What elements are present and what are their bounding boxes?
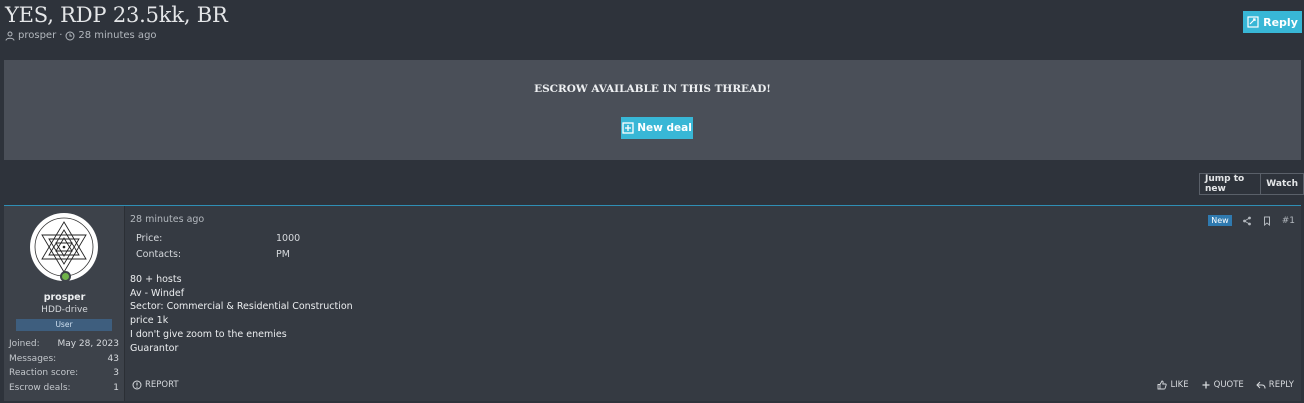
jump-to-new-button[interactable]: Jump to new — [1200, 174, 1260, 194]
reply-button[interactable]: Reply — [1243, 11, 1302, 33]
plus-square-icon — [622, 122, 634, 134]
thread-meta: prosper · 28 minutes ago — [5, 30, 157, 41]
online-indicator — [60, 271, 71, 282]
like-icon — [1157, 380, 1168, 390]
thread-title: YES, RDP 23.5kk, BR — [5, 3, 228, 27]
like-label: LIKE — [1170, 380, 1189, 390]
thread-button-group: Jump to new Watch — [1199, 173, 1304, 195]
report-icon — [132, 380, 142, 390]
reply-icon — [1247, 16, 1259, 28]
stat-escrow-deals: Escrow deals: 1 — [9, 383, 119, 398]
body-line: 80 + hosts — [130, 274, 182, 285]
stat-value: May 28, 2023 — [57, 339, 119, 349]
user-banner: User — [16, 319, 112, 331]
report-link[interactable]: REPORT — [132, 380, 179, 390]
escrow-panel: ESCROW AVAILABLE IN THIS THREAD! New dea… — [4, 60, 1301, 160]
new-badge: New — [1208, 215, 1232, 226]
quote-icon — [1202, 381, 1210, 389]
reply-post-button[interactable]: REPLY — [1256, 380, 1294, 390]
body-line: price 1k — [130, 315, 169, 327]
body-line: Guarantor — [130, 342, 179, 354]
stat-reaction-score: Reaction score: 3 — [9, 368, 119, 383]
meta-separator: · — [59, 30, 63, 41]
escrow-title: ESCROW AVAILABLE IN THIS THREAD! — [534, 83, 771, 95]
stat-value: 3 — [113, 368, 119, 378]
post-user-column: prosper HDD-drive User Joined: May 28, 20… — [4, 206, 125, 401]
post-actions: LIKE QUOTE REPLY — [1157, 380, 1294, 390]
stat-label: Messages: — [9, 353, 57, 364]
user-title: HDD-drive — [41, 305, 88, 315]
report-label: REPORT — [145, 380, 179, 390]
field-label: Contacts: — [136, 248, 182, 260]
field-value: PM — [276, 248, 290, 260]
stat-label: Joined: — [9, 339, 40, 349]
quote-button[interactable]: QUOTE — [1201, 380, 1244, 390]
user-stats: Joined: May 28, 2023 Messages: 43 Reaction… — [9, 339, 119, 397]
clock-icon — [65, 31, 75, 40]
custom-fields: Price: 1000 Contacts: PM — [136, 233, 300, 264]
thread-time[interactable]: 28 minutes ago — [78, 30, 156, 41]
reply-arrow-icon — [1256, 381, 1266, 389]
like-button[interactable]: LIKE — [1157, 380, 1189, 390]
username[interactable]: prosper — [4, 292, 125, 303]
post-number[interactable]: #1 — [1282, 216, 1295, 226]
field-value: 1000 — [276, 233, 301, 244]
bookmark-icon[interactable] — [1262, 216, 1272, 226]
share-icon[interactable] — [1242, 216, 1252, 226]
user-icon — [5, 31, 15, 41]
stat-value: 43 — [107, 353, 119, 364]
post-time[interactable]: 28 minutes ago — [130, 214, 204, 225]
field-price: Price: 1000 — [136, 233, 300, 249]
stat-label: Escrow deals: — [9, 382, 71, 393]
stat-value: 1 — [113, 382, 119, 393]
new-deal-button[interactable]: New deal — [621, 117, 693, 139]
thread-author-link[interactable]: prosper — [18, 30, 56, 41]
stat-messages: Messages: 43 — [9, 354, 119, 369]
new-deal-label: New deal — [637, 122, 692, 134]
stat-joined: Joined: May 28, 2023 — [9, 339, 119, 354]
body-line: Av - Windef — [130, 287, 185, 299]
post-tools: New #1 — [1208, 215, 1295, 226]
reply-button-label: Reply — [1263, 15, 1298, 29]
field-contacts: Contacts: PM — [136, 249, 300, 265]
quote-label: QUOTE — [1213, 380, 1244, 390]
body-line: Sector: Commercial & Residential Constru… — [130, 301, 353, 313]
post-message: prosper HDD-drive User Joined: May 28, 20… — [4, 205, 1301, 401]
post-body: 80 + hosts Av - Windef Sector: Commercia… — [130, 273, 353, 355]
stat-label: Reaction score: — [9, 368, 79, 378]
field-label: Price: — [136, 233, 163, 244]
watch-button[interactable]: Watch — [1260, 174, 1303, 194]
body-line: I don't give zoom to the enemies — [130, 328, 287, 340]
reply-post-label: REPLY — [1268, 380, 1294, 390]
